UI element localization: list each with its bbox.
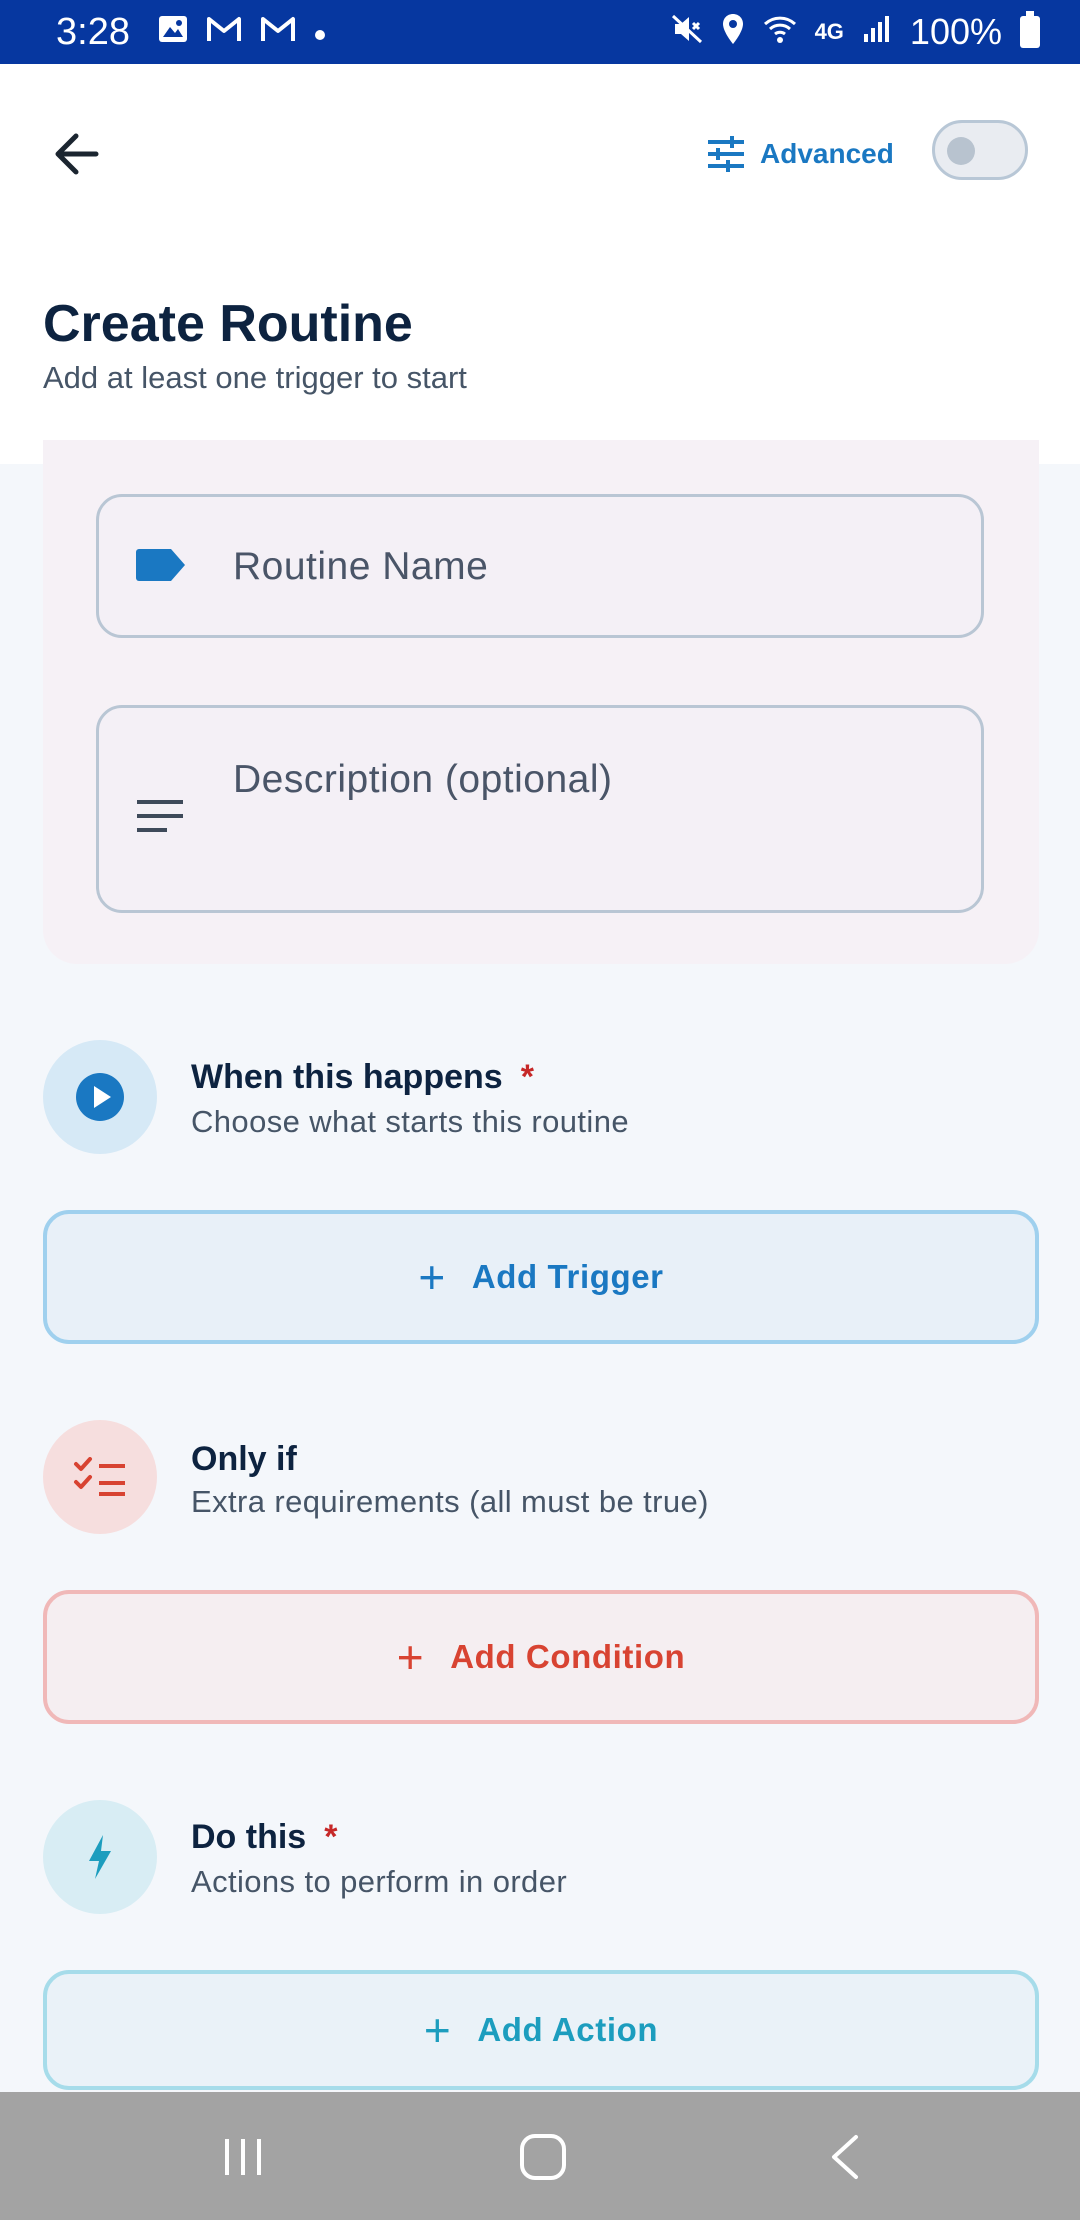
status-bar: 3:28 4G 100%	[0, 0, 1080, 64]
trigger-section-icon	[43, 1040, 157, 1154]
location-icon	[721, 13, 745, 51]
description-placeholder: Description (optional)	[233, 758, 613, 801]
status-time: 3:28	[56, 10, 130, 53]
home-icon	[520, 2134, 566, 2180]
home-button[interactable]	[508, 2122, 578, 2192]
notes-lines-icon	[135, 798, 185, 839]
play-circle-icon	[76, 1073, 124, 1121]
routine-name-placeholder: Routine Name	[233, 545, 489, 588]
action-section-subtitle: Actions to perform in order	[191, 1864, 568, 1899]
status-right: 4G 100%	[671, 11, 1040, 53]
label-tag-icon	[135, 547, 187, 588]
chevron-left-icon	[832, 2135, 858, 2179]
more-notifications-dot-icon	[314, 17, 326, 47]
checklist-icon	[74, 1457, 125, 1496]
advanced-toggle[interactable]	[932, 120, 1028, 180]
system-back-button[interactable]	[810, 2122, 880, 2192]
advanced-control[interactable]: Advanced	[706, 124, 894, 184]
gmail-notification-icon	[206, 15, 242, 49]
gmail-notification-icon-2	[260, 15, 296, 49]
plus-icon: +	[396, 1631, 425, 1683]
status-left: 3:28	[56, 11, 326, 54]
trigger-title-text: When this happens	[191, 1058, 503, 1096]
wifi-icon	[763, 14, 797, 50]
condition-section-subtitle: Extra requirements (all must be true)	[191, 1484, 709, 1519]
add-condition-button[interactable]: + Add Condition	[43, 1590, 1039, 1724]
plus-icon: +	[418, 1251, 446, 1303]
required-star: *	[324, 1818, 338, 1856]
lightning-bolt-icon	[89, 1835, 111, 1879]
back-button[interactable]	[40, 118, 112, 190]
battery-icon	[1020, 11, 1040, 48]
add-action-button[interactable]: + Add Action	[43, 1970, 1039, 2090]
toggle-knob	[947, 137, 975, 165]
add-trigger-button[interactable]: + Add Trigger	[43, 1210, 1039, 1344]
app-header: Advanced Create Routine Add at least one…	[0, 64, 1080, 464]
add-action-label: Add Action	[477, 2011, 659, 2048]
advanced-label: Advanced	[760, 138, 894, 169]
signal-strength-icon	[862, 14, 892, 50]
arrow-left-icon	[55, 133, 99, 175]
gallery-notification-icon	[158, 15, 188, 49]
action-title-text: Do this	[191, 1818, 307, 1856]
add-condition-label: Add Condition	[450, 1638, 686, 1675]
battery-percent: 100%	[909, 11, 1002, 52]
recents-icon	[225, 2139, 261, 2175]
condition-section-icon	[43, 1420, 157, 1534]
mute-vibrate-icon	[671, 14, 703, 50]
trigger-section-title: When this happens *	[191, 1058, 534, 1097]
routine-name-input[interactable]: Routine Name	[96, 494, 984, 638]
add-trigger-label: Add Trigger	[471, 1258, 664, 1295]
page-subtitle: Add at least one trigger to start	[43, 360, 467, 395]
network-type-icon: 4G	[814, 19, 844, 44]
recent-apps-button[interactable]	[208, 2122, 278, 2192]
action-section-title: Do this *	[191, 1818, 337, 1857]
tune-sliders-icon	[708, 136, 744, 172]
page-title: Create Routine	[43, 295, 413, 353]
action-section-icon	[43, 1800, 157, 1914]
plus-icon: +	[423, 2004, 452, 2056]
description-input[interactable]: Description (optional)	[96, 705, 984, 913]
system-navigation-bar	[0, 2092, 1080, 2220]
trigger-section-subtitle: Choose what starts this routine	[191, 1104, 629, 1139]
condition-section-title: Only if	[191, 1440, 297, 1478]
required-star: *	[520, 1058, 534, 1096]
